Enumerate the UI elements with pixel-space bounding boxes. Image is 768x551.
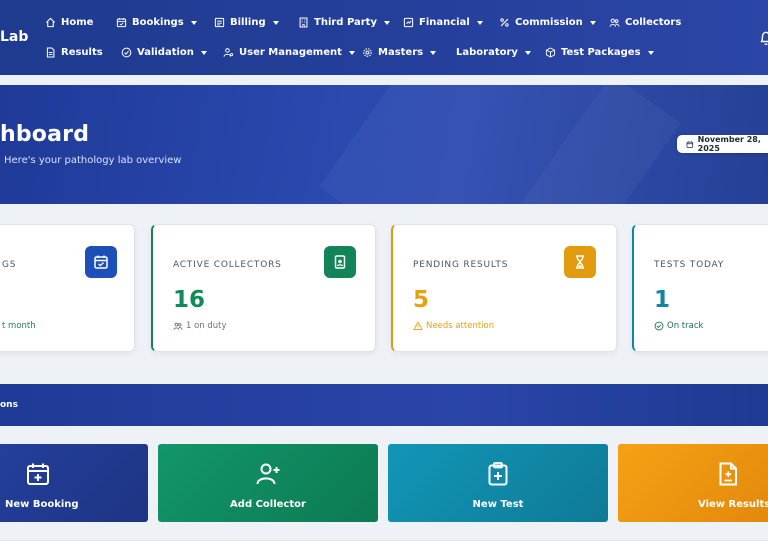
calendar-plus-icon xyxy=(27,463,49,485)
calendar-icon xyxy=(116,18,127,28)
nav-bookings[interactable]: Bookings xyxy=(116,17,197,28)
stat-icon-box xyxy=(564,246,596,278)
nav-validation[interactable]: Validation xyxy=(121,47,207,58)
brand-logo[interactable]: Lab xyxy=(0,29,28,45)
nav-user-management-label: User Management xyxy=(239,47,342,58)
bell-icon[interactable] xyxy=(759,30,768,46)
user-plus-icon xyxy=(256,463,280,485)
stat-label: ACTIVE COLLECTORS xyxy=(173,260,282,270)
check-circle-icon xyxy=(654,321,664,331)
nav-home[interactable]: Home xyxy=(45,17,93,28)
chevron-down-icon xyxy=(272,20,279,25)
nav-billing-label: Billing xyxy=(230,17,266,28)
nav-billing[interactable]: Billing xyxy=(214,17,279,28)
stat-card-pending-results[interactable]: PENDING RESULTS 5 Needs attention xyxy=(391,224,617,352)
stat-card-tests-today[interactable]: TESTS TODAY 1 On track xyxy=(632,224,768,352)
nav-results[interactable]: Results xyxy=(45,47,103,58)
stat-value: 1 xyxy=(654,287,671,313)
next-section xyxy=(0,540,768,551)
nav-results-label: Results xyxy=(61,47,103,58)
nav-collectors-label: Collectors xyxy=(625,17,682,28)
stat-value: 5 xyxy=(413,287,430,313)
stat-value: 16 xyxy=(173,287,206,313)
document-icon xyxy=(46,47,55,58)
nav-validation-label: Validation xyxy=(137,47,194,58)
stat-footnote: 1 on duty xyxy=(173,321,227,331)
stat-icon-box xyxy=(85,246,117,278)
new-booking-label: New Booking xyxy=(5,499,79,510)
stat-card-active-collectors[interactable]: ACTIVE COLLECTORS 16 1 on duty xyxy=(151,224,376,352)
users-icon xyxy=(609,18,620,27)
clipboard-plus-icon xyxy=(488,462,508,486)
nav-bookings-label: Bookings xyxy=(132,17,184,28)
date-badge: November 28, 2025 xyxy=(677,135,768,153)
stat-card-bookings[interactable]: GS t month xyxy=(0,224,135,352)
quick-actions-header: ons xyxy=(0,384,768,426)
nav-test-packages[interactable]: Test Packages xyxy=(545,47,654,58)
page-subtitle: Here's your pathology lab overview xyxy=(4,155,182,166)
nav-collectors[interactable]: Collectors xyxy=(609,17,681,28)
box-icon xyxy=(545,47,556,58)
add-collector-button[interactable]: Add Collector xyxy=(158,444,378,522)
nav-home-label: Home xyxy=(61,17,94,28)
receipt-icon xyxy=(214,17,225,28)
file-medical-icon xyxy=(719,462,737,486)
view-results-button[interactable]: View Results xyxy=(618,444,768,522)
gear-icon xyxy=(363,48,372,57)
nav-financial[interactable]: Financial xyxy=(403,17,483,28)
stat-footnote-text: Needs attention xyxy=(426,321,495,331)
chevron-down-icon xyxy=(348,50,355,55)
nav-commission[interactable]: Commission xyxy=(499,17,596,28)
stat-icon-box xyxy=(324,246,356,278)
user-gear-icon xyxy=(223,48,234,57)
new-test-button[interactable]: New Test xyxy=(388,444,608,522)
nav-commission-label: Commission xyxy=(515,17,583,28)
warning-icon xyxy=(413,321,423,330)
check-circle-icon xyxy=(121,47,132,58)
finance-icon xyxy=(403,17,414,28)
add-collector-label: Add Collector xyxy=(230,499,306,510)
stat-footnote-text: On track xyxy=(667,321,704,331)
quick-actions-title: ons xyxy=(0,400,18,410)
id-badge-icon xyxy=(334,255,346,269)
chevron-down-icon xyxy=(647,50,654,55)
percent-icon xyxy=(500,18,509,27)
nav-laboratory-label: Laboratory xyxy=(456,47,518,58)
new-test-label: New Test xyxy=(472,499,524,510)
calendar-check-icon xyxy=(94,255,108,269)
view-results-label: View Results xyxy=(698,499,768,510)
nav-third-party-label: Third Party xyxy=(314,17,377,28)
chevron-down-icon xyxy=(430,50,437,55)
nav-laboratory[interactable]: Laboratory xyxy=(456,47,531,58)
chevron-down-icon xyxy=(190,20,197,25)
current-date: November 28, 2025 xyxy=(697,135,761,153)
chevron-down-icon xyxy=(589,20,596,25)
stat-footnote: Needs attention xyxy=(413,321,494,331)
chevron-down-icon xyxy=(524,50,531,55)
nav-masters-label: Masters xyxy=(378,47,424,58)
hourglass-icon xyxy=(576,255,584,269)
stat-footnote: t month xyxy=(2,321,36,331)
new-booking-button[interactable]: New Booking xyxy=(0,444,148,522)
top-navbar: Lab Home Bookings Billing Third Party Fi… xyxy=(0,0,768,75)
stat-label: PENDING RESULTS xyxy=(413,260,509,270)
chevron-down-icon xyxy=(200,50,207,55)
nav-masters[interactable]: Masters xyxy=(362,47,437,58)
stat-label: GS xyxy=(2,260,17,270)
nav-financial-label: Financial xyxy=(419,17,470,28)
stat-footnote: On track xyxy=(654,321,703,331)
home-icon xyxy=(45,17,56,28)
nav-user-management[interactable]: User Management xyxy=(223,47,355,58)
users-icon xyxy=(173,322,183,330)
welcome-banner: hboard Here's your pathology lab overvie… xyxy=(0,85,768,204)
stat-label: TESTS TODAY xyxy=(654,260,725,270)
building-icon xyxy=(299,17,308,28)
nav-third-party[interactable]: Third Party xyxy=(298,17,390,28)
stat-footnote-text: 1 on duty xyxy=(186,321,227,331)
calendar-icon xyxy=(686,140,694,148)
chevron-down-icon xyxy=(383,20,390,25)
page-title: hboard xyxy=(0,122,90,147)
nav-test-packages-label: Test Packages xyxy=(561,47,641,58)
chevron-down-icon xyxy=(476,20,483,25)
